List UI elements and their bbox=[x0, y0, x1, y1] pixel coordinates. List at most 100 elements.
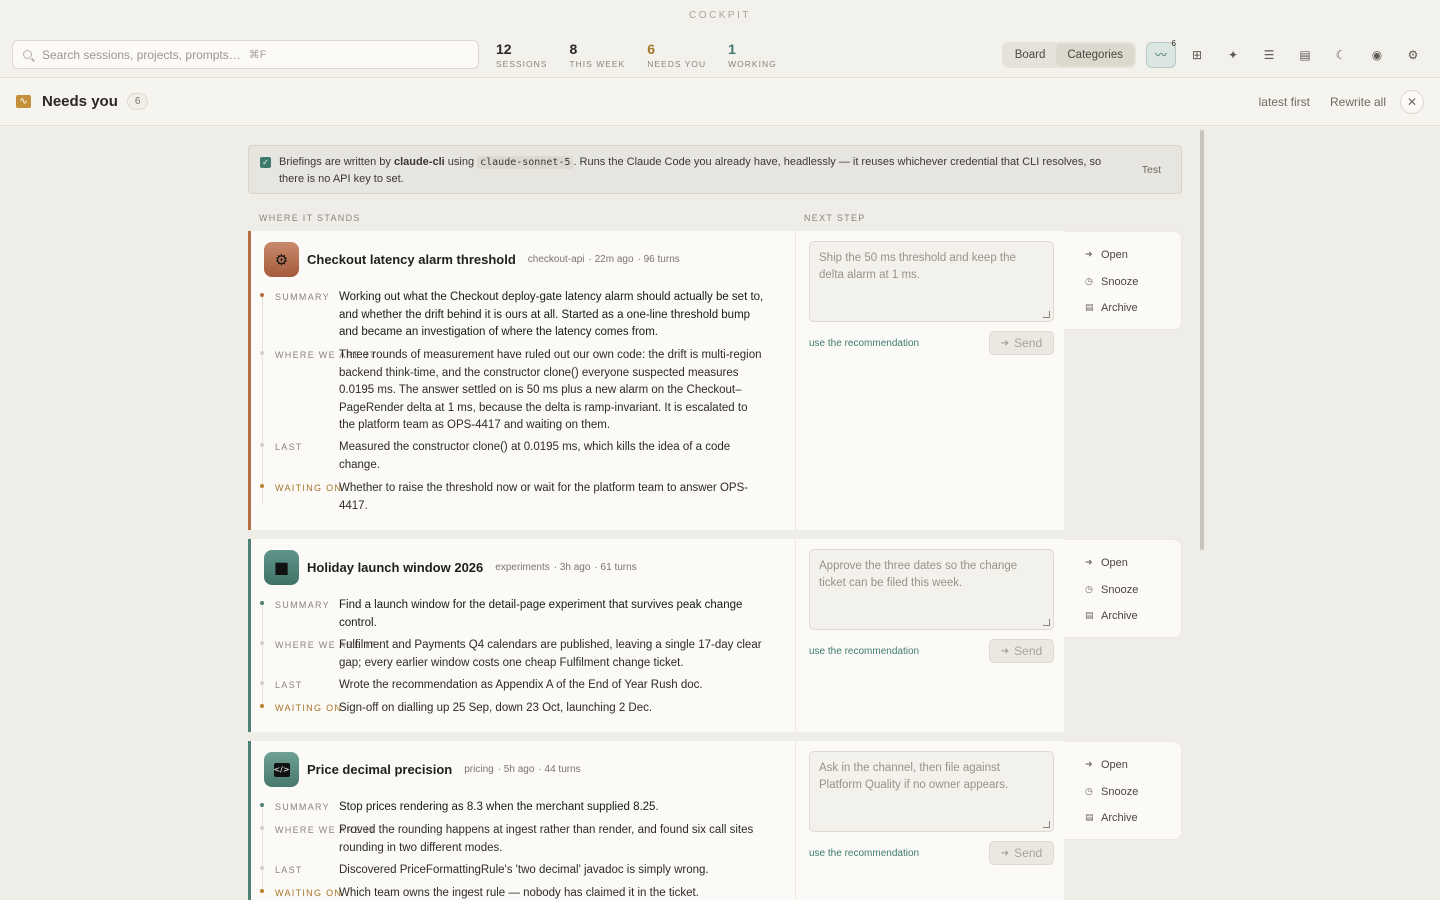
archive-card-button[interactable]: ▤ Archive bbox=[1064, 805, 1181, 832]
timeline-dot bbox=[260, 484, 264, 488]
scrollbar[interactable] bbox=[1200, 130, 1204, 550]
list-button[interactable]: ☰ bbox=[1254, 42, 1284, 68]
card-main: </> Price decimal precision pricing · 5h … bbox=[251, 741, 796, 900]
send-button[interactable]: ➜ Send bbox=[989, 639, 1054, 663]
card-meta: pricing · 5h ago · 44 turns bbox=[460, 764, 580, 775]
activity-icon: 〰 bbox=[1154, 48, 1167, 62]
archive-card-button[interactable]: ▤ Archive bbox=[1064, 603, 1181, 630]
snooze-label: Snooze bbox=[1101, 275, 1139, 288]
next-step: Ship the 50 ms threshold and keep the de… bbox=[809, 241, 1054, 355]
notice-text: using bbox=[447, 156, 475, 168]
snooze-button[interactable]: ◷ Snooze bbox=[1064, 779, 1181, 806]
moon-icon: ☾ bbox=[1335, 47, 1347, 62]
snooze-button[interactable]: ◷ Snooze bbox=[1064, 577, 1181, 604]
send-button[interactable]: ➜ Send bbox=[989, 841, 1054, 865]
archive-icon: ▤ bbox=[1085, 611, 1094, 622]
last-row: LAST Wrote the recommendation as Appendi… bbox=[260, 677, 791, 700]
use-recommendation-link[interactable]: use the recommendation bbox=[809, 646, 919, 657]
snooze-button[interactable]: ◷ Snooze bbox=[1064, 269, 1181, 296]
card-project: experiments bbox=[495, 562, 550, 573]
send-label: Send bbox=[1014, 336, 1043, 350]
stat-value: 8 bbox=[569, 40, 578, 57]
use-recommendation-link[interactable]: use the recommendation bbox=[809, 338, 919, 349]
open-button[interactable]: ➜ Open bbox=[1064, 752, 1181, 779]
stat-value: 12 bbox=[496, 40, 512, 57]
header-actions: latest first Rewrite all ✕ bbox=[1239, 89, 1424, 114]
page-title: Needs you bbox=[42, 93, 118, 110]
open-label: Open bbox=[1101, 759, 1128, 772]
card-timeline: SUMMARY Working out what the Checkout de… bbox=[260, 289, 791, 515]
use-recommendation-link[interactable]: use the recommendation bbox=[809, 848, 919, 859]
next-step-input[interactable]: Ship the 50 ms threshold and keep the de… bbox=[809, 241, 1054, 322]
waiting-row: WAITING ON Which team owns the ingest ru… bbox=[260, 885, 791, 900]
timeline-dot bbox=[260, 641, 264, 645]
content-area: ✓ Briefings are written by claude-cli us… bbox=[0, 127, 1440, 900]
waiting-text: Which team owns the ingest rule — nobody… bbox=[339, 887, 699, 899]
card-meta: checkout-api · 22m ago · 96 turns bbox=[524, 254, 680, 265]
timeline-dot bbox=[260, 443, 264, 447]
gear-icon: ⚙ bbox=[274, 250, 289, 269]
search-input[interactable]: Search sessions, projects, prompts… ⌘F bbox=[12, 40, 479, 69]
open-button[interactable]: ➜ Open bbox=[1064, 550, 1181, 577]
new-session-button[interactable]: ⊞ bbox=[1182, 42, 1212, 68]
list-icon: ☰ bbox=[1263, 47, 1275, 62]
summary-row: SUMMARY Working out what the Checkout de… bbox=[260, 289, 791, 347]
arrow-right-icon: ➜ bbox=[1085, 760, 1093, 771]
check-icon: ✓ bbox=[260, 157, 271, 168]
last-text: Measured the constructor clone() at 0.01… bbox=[339, 441, 731, 471]
archive-button[interactable]: ▤ bbox=[1290, 42, 1320, 68]
timeline-dot bbox=[260, 601, 264, 605]
summary-row: SUMMARY Stop prices rendering as 8.3 whe… bbox=[260, 799, 791, 822]
card-header[interactable]: ⚙ Checkout latency alarm threshold check… bbox=[264, 242, 680, 277]
activity-badge: 6 bbox=[1171, 38, 1176, 48]
rewrite-all-button[interactable]: Rewrite all bbox=[1330, 95, 1386, 109]
summary-text: Working out what the Checkout deploy-gat… bbox=[339, 291, 764, 338]
card-header[interactable]: ■ Holiday launch window 2026 experiments… bbox=[264, 550, 637, 585]
needs-you-header: ∿ Needs you 6 latest first Rewrite all ✕ bbox=[0, 78, 1440, 126]
close-icon[interactable]: ✕ bbox=[1400, 89, 1424, 114]
card-actions: ➜ Open ◷ Snooze ▤ Archive bbox=[1064, 231, 1182, 330]
search-placeholder: Search sessions, projects, prompts… bbox=[42, 47, 241, 62]
board-view-button[interactable]: Board bbox=[1004, 44, 1057, 66]
sparkle-button[interactable]: ✦ bbox=[1218, 42, 1248, 68]
archive-icon: ▤ bbox=[1085, 813, 1094, 824]
next-step-input[interactable]: Ask in the channel, then file against Pl… bbox=[809, 751, 1054, 832]
open-button[interactable]: ➜ Open bbox=[1064, 242, 1181, 269]
card-age: · 5h ago bbox=[497, 764, 535, 775]
stat-working[interactable]: 1 WORKING bbox=[728, 41, 777, 69]
test-button[interactable]: Test bbox=[1142, 162, 1161, 178]
settings-button[interactable]: ⚙ bbox=[1398, 42, 1428, 68]
activity-button[interactable]: 〰 6 bbox=[1146, 38, 1176, 68]
where-row: WHERE WE ARE IT Three rounds of measurem… bbox=[260, 347, 791, 439]
waiting-text: Whether to raise the threshold now or wa… bbox=[339, 482, 749, 512]
session-card: ■ Holiday launch window 2026 experiments… bbox=[248, 539, 1064, 732]
notice-tool: claude-cli bbox=[393, 156, 445, 168]
next-step-input[interactable]: Approve the three dates so the change ti… bbox=[809, 549, 1054, 630]
stat-needs-you[interactable]: 6 NEEDS YOU bbox=[647, 41, 706, 69]
stat-label: THIS WEEK bbox=[569, 58, 626, 69]
theme-button[interactable]: ☾ bbox=[1326, 42, 1356, 68]
card-main: ■ Holiday launch window 2026 experiments… bbox=[251, 539, 796, 732]
categories-view-button[interactable]: Categories bbox=[1056, 43, 1134, 66]
sort-toggle[interactable]: latest first bbox=[1259, 95, 1310, 109]
waiting-row: WAITING ON Sign-off on dialling up 25 Se… bbox=[260, 700, 791, 718]
stat-this-week[interactable]: 8 THIS WEEK bbox=[569, 41, 625, 69]
sparkle-icon: ✦ bbox=[1227, 47, 1239, 62]
timeline-dot bbox=[260, 889, 264, 893]
card-timeline: SUMMARY Find a launch window for the det… bbox=[260, 597, 791, 718]
account-button[interactable]: ◉ bbox=[1362, 42, 1392, 68]
search-shortcut: ⌘F bbox=[248, 49, 267, 61]
last-row: LAST Discovered PriceFormattingRule's 't… bbox=[260, 862, 791, 885]
card-turns: · 96 turns bbox=[637, 254, 680, 265]
stat-sessions[interactable]: 12 SESSIONS bbox=[496, 41, 547, 69]
snooze-label: Snooze bbox=[1101, 785, 1139, 798]
briefing-notice: ✓ Briefings are written by claude-cli us… bbox=[248, 145, 1182, 194]
search-icon bbox=[23, 50, 32, 59]
send-button[interactable]: ➜ Send bbox=[989, 331, 1054, 355]
app-title: COCKPIT bbox=[689, 10, 751, 21]
next-step-actions: use the recommendation ➜ Send bbox=[809, 331, 1054, 355]
card-project: checkout-api bbox=[527, 254, 585, 265]
card-header[interactable]: </> Price decimal precision pricing · 5h … bbox=[264, 752, 581, 787]
archive-card-button[interactable]: ▤ Archive bbox=[1064, 295, 1181, 322]
card-title: Price decimal precision bbox=[307, 762, 453, 777]
